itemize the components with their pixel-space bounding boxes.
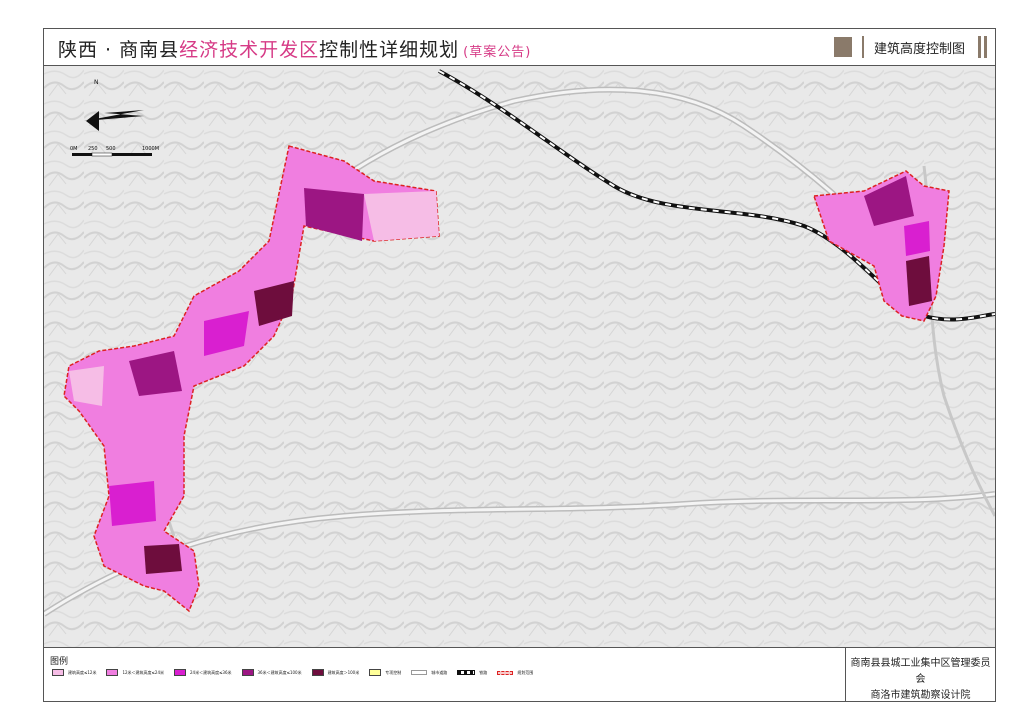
scale-label: 250 — [88, 146, 98, 152]
scale-label: 1000M — [142, 146, 159, 152]
legend-label: 专项控制 — [385, 669, 402, 675]
map-canvas[interactable]: N 0M 250 500 1000M — [44, 66, 995, 647]
legend-item: 12米＜建筑高度≤24米 — [106, 669, 164, 676]
map-svg: N 0M 250 500 1000M — [44, 66, 995, 647]
legend-item: 建筑高度＞100米 — [311, 669, 360, 676]
legend-swatch — [52, 669, 64, 676]
header-bar-decoration — [978, 36, 981, 58]
title-draft: (草案公告) — [463, 45, 532, 60]
title-region: 陕西 · 商南县 — [58, 39, 180, 61]
legend-label: 城市道路 — [431, 669, 448, 675]
title-plan: 控制性详细规划 — [319, 39, 460, 61]
legend-swatch — [311, 669, 324, 676]
header-square-decoration — [833, 37, 852, 57]
header-bar-decoration — [984, 36, 987, 58]
zone-tallest — [144, 544, 182, 574]
zone-tallest — [906, 256, 932, 306]
legend-item: 城市道路 — [411, 670, 447, 676]
organization-box: 商南县县城工业集中区管理委员会 商洛市建筑勘察设计院 — [845, 648, 995, 701]
legend-label: 建筑高度＞100米 — [327, 669, 360, 675]
north-label: N — [94, 79, 99, 86]
legend-label: 铁路 — [479, 669, 488, 675]
scale-label: 500 — [106, 146, 116, 152]
legend-swatch — [106, 669, 119, 676]
org-line-1: 商南县县城工业集中区管理委员会 — [850, 658, 991, 685]
legend-road-swatch — [411, 670, 428, 675]
zone-mid-rise — [904, 221, 930, 256]
legend-item: 24米＜建筑高度≤36米 — [173, 669, 232, 676]
legend-swatch — [369, 669, 382, 676]
zone-low-rise — [364, 191, 439, 241]
org-line-2: 商洛市建筑勘察设计院 — [870, 690, 971, 701]
zone-mid-rise — [109, 481, 156, 526]
map-sheet: 陕西 · 商南县经济技术开发区控制性详细规划 (草案公告) 建筑高度控制图 N … — [43, 28, 996, 702]
legend-swatch — [241, 669, 254, 676]
title-accent: 经济技术开发区 — [179, 39, 320, 61]
legend-item: 建筑高度≤12米 — [52, 669, 96, 676]
scale-label: 0M — [70, 146, 78, 152]
legend-label: 建筑高度≤12米 — [68, 669, 97, 675]
legend-label: 24米＜建筑高度≤36米 — [189, 669, 232, 675]
zone-low-rise — [69, 366, 104, 406]
legend-item: 铁路 — [457, 670, 487, 676]
legend-label: 规划范围 — [517, 669, 534, 675]
legend: 建筑高度≤12米 12米＜建筑高度≤24米 24米＜建筑高度≤36米 36米＜建… — [52, 669, 543, 676]
title-bar: 陕西 · 商南县经济技术开发区控制性详细规划 (草案公告) 建筑高度控制图 — [44, 29, 995, 66]
legend-title: 图例 — [50, 657, 69, 667]
page-title: 陕西 · 商南县经济技术开发区控制性详细规划 (草案公告) — [58, 35, 531, 62]
legend-boundary-swatch — [497, 670, 514, 675]
legend-footer: 图例 建筑高度≤12米 12米＜建筑高度≤24米 24米＜建筑高度≤36米 36… — [44, 647, 995, 701]
legend-label: 12米＜建筑高度≤24米 — [122, 669, 164, 675]
header-bar-decoration — [861, 36, 864, 58]
legend-item: 专项控制 — [369, 669, 401, 676]
map-name: 建筑高度控制图 — [873, 41, 965, 57]
legend-label: 36米＜建筑高度≤100米 — [257, 669, 302, 675]
map-name-box: 建筑高度控制图 — [833, 34, 987, 60]
legend-swatch — [173, 669, 186, 676]
legend-item: 规划范围 — [497, 670, 533, 676]
legend-rail-swatch — [457, 670, 476, 675]
legend-item: 36米＜建筑高度≤100米 — [241, 669, 302, 676]
